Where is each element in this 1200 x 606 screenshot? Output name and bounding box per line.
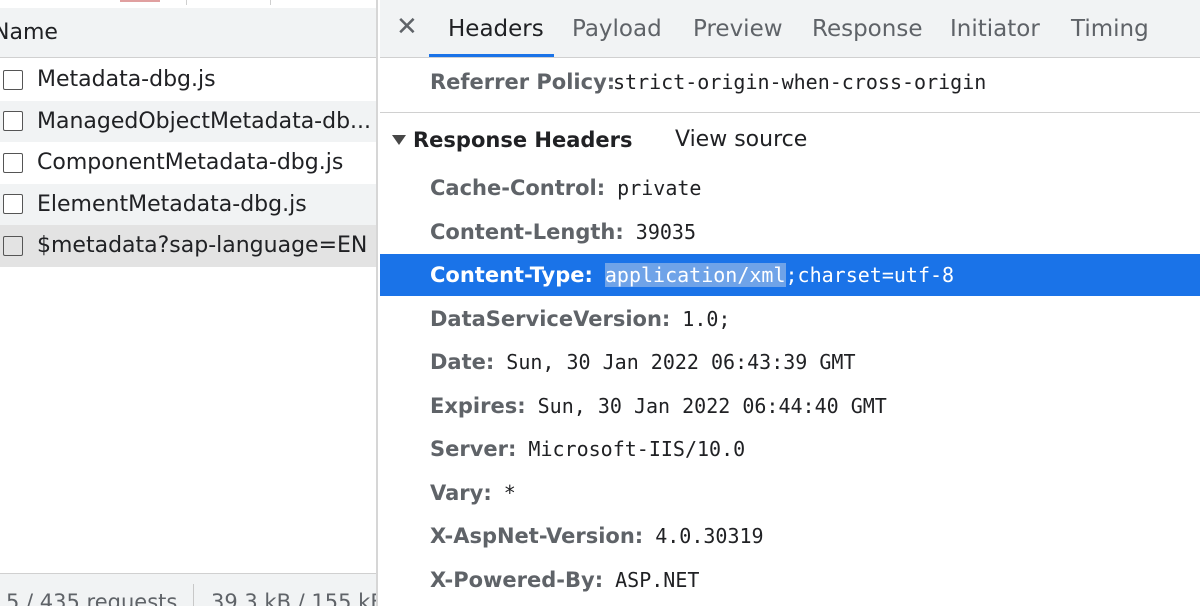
response-headers-section-header[interactable]: Response Headers View source [380,118,1200,164]
transfer-size: 39.3 kB / 155 kB [211,590,378,606]
header-row[interactable]: X-AspNet-Version: 4.0.30319 [380,515,1200,557]
header-name: Referrer Policy: [430,70,616,94]
request-details-panel: ✕ Headers Payload Preview Response Initi… [380,0,1200,606]
header-name: Content-Type: [430,263,593,287]
tab-payload[interactable]: Payload [572,16,662,42]
request-name: ElementMetadata-dbg.js [37,191,307,217]
triangle-down-icon[interactable] [392,135,406,145]
status-divider [193,584,194,606]
tab-response[interactable]: Response [812,16,922,42]
header-name: X-Powered-By: [430,568,604,592]
request-checkbox[interactable] [3,111,23,132]
header-value[interactable]: Microsoft-IIS/10.0 [528,437,745,461]
request-row[interactable]: ComponentMetadata-dbg.js [0,142,376,184]
tab-timing[interactable]: Timing [1071,16,1149,42]
request-name: ManagedObjectMetadata-db... [37,108,372,134]
header-value[interactable]: 1.0; [682,307,730,331]
header-value[interactable]: Sun, 30 Jan 2022 06:43:39 GMT [506,350,855,374]
top-edge-accent [120,0,160,2]
header-name: X-AspNet-Version: [430,524,644,548]
selected-text: application/xml [604,263,786,287]
header-value[interactable]: strict-origin-when-cross-origin [613,70,986,94]
request-row[interactable]: ElementMetadata-dbg.js [0,183,376,225]
header-row[interactable]: Expires: Sun, 30 Jan 2022 06:44:40 GMT [380,385,1200,427]
network-status-bar: 5 / 435 requests 39.3 kB / 155 kB [0,573,378,606]
request-name: ComponentMetadata-dbg.js [37,150,344,176]
header-row[interactable]: DataServiceVersion: 1.0; [380,298,1200,340]
header-row-selected[interactable]: Content-Type: application/xml;charset=ut… [380,254,1200,296]
header-name: Date: [430,350,495,374]
request-checkbox[interactable] [3,69,23,90]
header-row-referrer-policy[interactable]: Referrer Policy: strict-origin-when-cros… [380,59,1200,113]
tab-initiator[interactable]: Initiator [950,16,1040,42]
header-value[interactable]: ASP.NET [615,568,699,592]
unselected-text: ;charset=utf-8 [785,263,955,287]
header-row[interactable]: X-Powered-By: ASP.NET [380,559,1200,601]
header-value[interactable]: application/xml;charset=utf-8 [604,263,955,287]
header-value[interactable]: 4.0.30319 [655,524,763,548]
header-name: Server: [430,437,517,461]
details-tab-bar: ✕ Headers Payload Preview Response Initi… [380,0,1200,58]
request-checkbox[interactable] [3,235,23,256]
request-checkbox[interactable] [3,194,23,215]
view-source-link[interactable]: View source [675,127,807,152]
header-value[interactable]: Sun, 30 Jan 2022 06:44:40 GMT [538,394,887,418]
tab-preview[interactable]: Preview [693,16,783,42]
request-checkbox[interactable] [3,152,23,173]
header-row[interactable]: Cache-Control: private [380,167,1200,209]
network-request-panel: Name Metadata-dbg.js ManagedObjectMetada… [0,0,378,606]
request-list: Metadata-dbg.js ManagedObjectMetadata-db… [0,59,376,267]
name-column-header[interactable]: Name [0,8,376,58]
request-row[interactable]: ManagedObjectMetadata-db... [0,100,376,142]
active-tab-indicator [429,54,554,57]
top-edge-tick [270,0,271,5]
tab-headers[interactable]: Headers [448,16,544,42]
header-value[interactable]: private [617,176,701,200]
header-value[interactable]: * [504,481,516,505]
header-row[interactable]: Content-Length: 39035 [380,211,1200,253]
header-name: Cache-Control: [430,176,606,200]
header-row[interactable]: Date: Sun, 30 Jan 2022 06:43:39 GMT [380,341,1200,383]
request-name: $metadata?sap-language=EN [37,233,368,259]
header-name: DataServiceVersion: [430,307,671,331]
name-column-label: Name [0,20,58,45]
header-name: Vary: [430,481,492,505]
header-name: Content-Length: [430,220,624,244]
header-row[interactable]: Vary: * [380,472,1200,514]
request-name: Metadata-dbg.js [37,67,216,93]
request-row[interactable]: Metadata-dbg.js [0,59,376,101]
header-name: Expires: [430,394,526,418]
header-row[interactable]: Server: Microsoft-IIS/10.0 [380,428,1200,470]
request-count: 5 / 435 requests [6,590,178,606]
section-title: Response Headers [413,128,633,152]
header-value[interactable]: 39035 [636,220,696,244]
top-edge-tick [186,0,187,5]
request-row-selected[interactable]: $metadata?sap-language=EN [0,225,376,267]
close-icon[interactable]: ✕ [396,13,418,41]
